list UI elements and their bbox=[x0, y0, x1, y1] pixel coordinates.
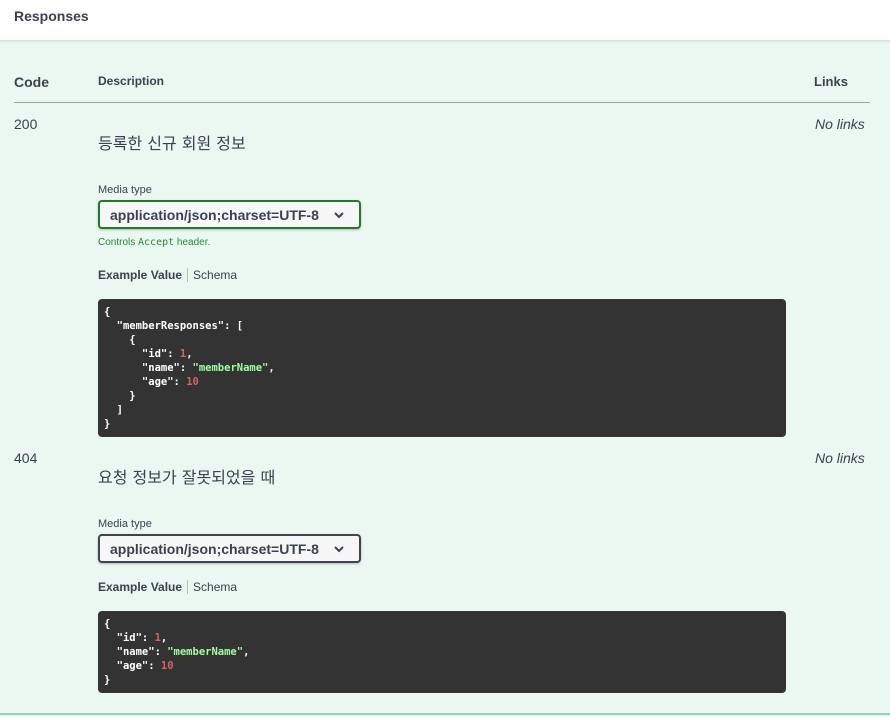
responses-title: Responses bbox=[14, 8, 89, 24]
example-value-code: { "memberResponses": [ { "id": 1, "name"… bbox=[98, 299, 786, 437]
controls-accept-note: Controls Accept header. bbox=[98, 237, 211, 248]
column-header-description: Description bbox=[98, 74, 165, 88]
example-value-code: { "id": 1, "name": "memberName", "age": … bbox=[98, 611, 786, 693]
media-type-select[interactable]: application/json;charset=UTF-8 bbox=[98, 534, 361, 563]
media-type-label: Media type bbox=[98, 518, 152, 530]
section-bottom-border bbox=[0, 713, 890, 715]
media-type-label: Media type bbox=[98, 184, 152, 196]
column-header-links: Links bbox=[814, 74, 848, 89]
example-tabs: Example Value Schema bbox=[98, 580, 237, 596]
chevron-down-icon bbox=[334, 546, 344, 553]
response-links: No links bbox=[815, 450, 865, 466]
tab-schema[interactable]: Schema bbox=[188, 580, 237, 594]
response-code: 404 bbox=[14, 450, 38, 466]
table-header-divider bbox=[14, 102, 870, 103]
tab-example-value[interactable]: Example Value bbox=[98, 580, 189, 594]
media-type-value: application/json;charset=UTF-8 bbox=[110, 541, 319, 557]
tab-schema[interactable]: Schema bbox=[188, 268, 237, 282]
response-description: 등록한 신규 회원 정보 bbox=[98, 134, 246, 153]
tab-example-value[interactable]: Example Value bbox=[98, 268, 189, 282]
response-links: No links bbox=[815, 116, 865, 132]
media-type-value: application/json;charset=UTF-8 bbox=[110, 207, 319, 223]
example-tabs: Example Value Schema bbox=[98, 268, 237, 284]
responses-header: Responses bbox=[0, 0, 890, 41]
chevron-down-icon bbox=[334, 212, 344, 219]
media-type-select[interactable]: application/json;charset=UTF-8 bbox=[98, 200, 361, 229]
response-description: 요청 정보가 잘못되었을 때 bbox=[98, 468, 276, 487]
column-header-code: Code bbox=[14, 74, 49, 90]
response-code: 200 bbox=[14, 116, 38, 132]
